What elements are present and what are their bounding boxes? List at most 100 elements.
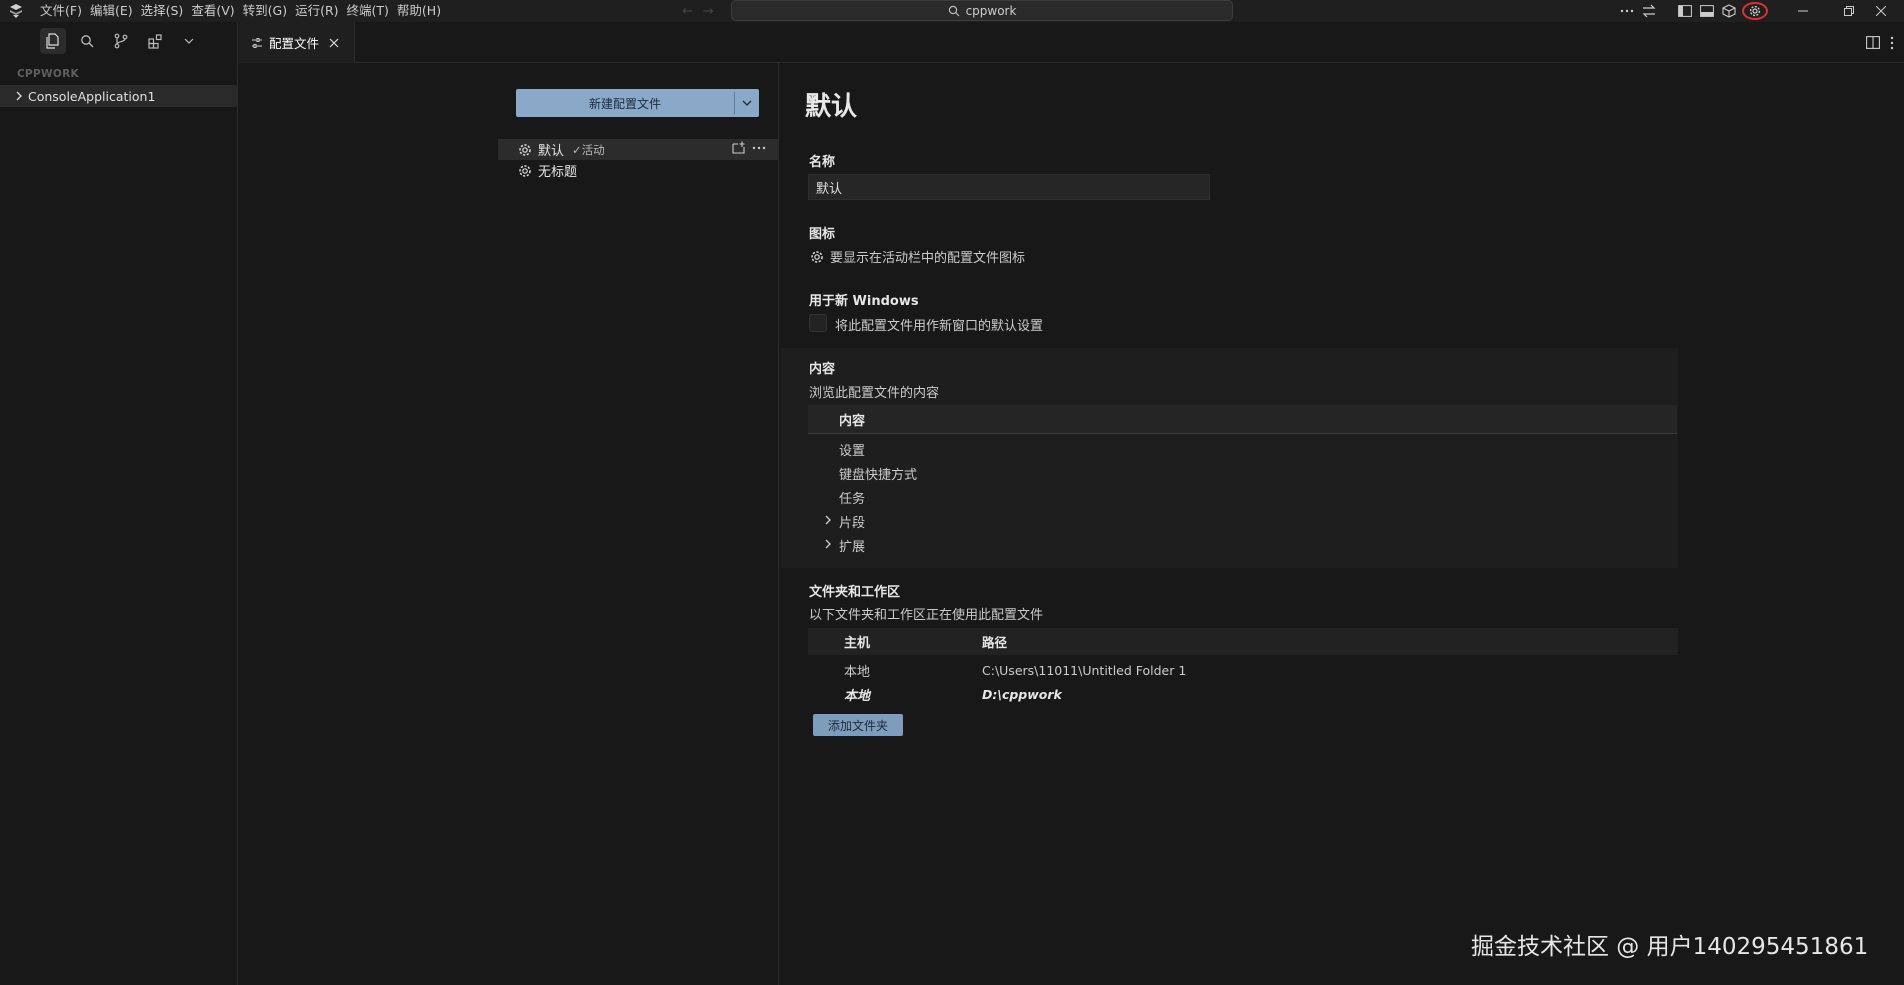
new-window-label: 用于新 Windows (809, 294, 919, 309)
new-window-checkbox[interactable] (809, 314, 827, 332)
new-profile-dropdown[interactable] (735, 89, 759, 117)
profile-name: 无标题 (538, 165, 578, 180)
menu-view[interactable]: 查看(V) (191, 0, 242, 22)
profile-name: 默认 (538, 144, 565, 159)
source-control-icon[interactable] (108, 28, 134, 54)
contents-item-settings[interactable]: 设置 (808, 437, 1677, 461)
extension-icon[interactable] (1718, 0, 1740, 22)
menu-terminal[interactable]: 终端(T) (347, 0, 397, 22)
add-folder-button[interactable]: 添加文件夹 (813, 714, 903, 736)
settings-sliders-icon (252, 37, 262, 48)
pane-divider[interactable] (778, 63, 779, 985)
icon-label: 图标 (809, 227, 836, 242)
new-profile-button[interactable]: 新建配置文件 (516, 89, 734, 117)
toggle-panel-icon[interactable] (1696, 0, 1718, 22)
menu-file[interactable]: 文件(F) (40, 0, 90, 22)
contents-item-extensions[interactable]: 扩展 (808, 533, 1677, 557)
menu-help[interactable]: 帮助(H) (397, 0, 449, 22)
gear-icon[interactable] (810, 250, 824, 264)
folder-row[interactable]: 本地 C:\Users\11011\Untitled Folder 1 (808, 658, 1678, 682)
sidebar: CPPWORK ConsoleApplication1 (0, 22, 238, 985)
minimize-icon[interactable] (1780, 0, 1826, 22)
highlight-ring (1742, 2, 1768, 20)
explorer-section-header[interactable]: CPPWORK (0, 64, 238, 84)
watermark-text: 掘金技术社区 @ 用户140295451861 (1471, 934, 1869, 960)
tab-label: 配置文件 (269, 36, 320, 51)
profile-item-untitled[interactable]: 无标题 (498, 160, 778, 181)
profile-active-badge: ✓活动 (572, 142, 605, 157)
icon-picker[interactable]: 要显示在活动栏中的配置文件图标 (810, 247, 1025, 266)
tree-item-console-app[interactable]: ConsoleApplication1 (0, 85, 237, 107)
search-icon (948, 5, 959, 16)
contents-item-snippets[interactable]: 片段 (808, 509, 1677, 533)
contents-description: 浏览此配置文件的内容 (809, 386, 940, 401)
folder-host: 本地 (844, 688, 871, 704)
menu-run[interactable]: 运行(R) (295, 0, 346, 22)
contents-item-keybindings[interactable]: 键盘快捷方式 (808, 461, 1677, 485)
chevron-down-icon (742, 100, 752, 106)
split-editor-icon[interactable] (1866, 36, 1880, 49)
menu-bar: 文件(F) 编辑(E) 选择(S) 查看(V) 转到(G) 运行(R) 终端(T… (40, 0, 449, 22)
contents-table-header: 内容 (808, 405, 1677, 434)
folder-host: 本地 (844, 664, 871, 680)
activity-bar (0, 22, 238, 60)
contents-item-label: 片段 (839, 515, 866, 531)
new-profile-button-group: 新建配置文件 (516, 89, 759, 117)
more-icon[interactable] (752, 146, 766, 150)
host-column-header: 主机 (844, 636, 871, 651)
nav-arrows: ← → (682, 0, 714, 22)
menu-edit[interactable]: 编辑(E) (90, 0, 141, 22)
contents-item-label: 设置 (839, 443, 866, 459)
app-logo-icon (10, 4, 22, 18)
tree-item-label: ConsoleApplication1 (28, 88, 156, 104)
profile-item-default[interactable]: 默认 ✓活动 (498, 139, 778, 160)
more-icon[interactable] (1616, 0, 1638, 22)
title-actions (1616, 0, 1770, 22)
gear-icon (1749, 5, 1761, 17)
command-center[interactable]: cppwork (731, 0, 1233, 21)
icon-description: 要显示在活动栏中的配置文件图标 (830, 251, 1026, 266)
contents-label: 内容 (809, 362, 836, 377)
gear-icon (519, 164, 531, 177)
more-actions-icon[interactable] (1890, 36, 1894, 50)
folders-label: 文件夹和工作区 (809, 585, 901, 600)
close-window-icon[interactable] (1858, 0, 1904, 22)
new-window-checkbox-label: 将此配置文件用作新窗口的默认设置 (835, 319, 1044, 334)
explorer-icon[interactable] (40, 28, 66, 54)
profile-title: 默认 (805, 92, 858, 122)
contents-item-label: 任务 (839, 491, 866, 507)
tab-profiles[interactable]: 配置文件 (239, 22, 355, 63)
toggle-sidebar-icon[interactable] (1674, 0, 1696, 22)
gear-icon (519, 143, 531, 156)
extensions-icon[interactable] (142, 28, 168, 54)
title-bar: 文件(F) 编辑(E) 选择(S) 查看(V) 转到(G) 运行(R) 终端(T… (0, 0, 1904, 22)
path-column-header: 路径 (982, 635, 1008, 650)
contents-column-header: 内容 (839, 413, 866, 429)
folder-path: D:\cppwork (982, 686, 1062, 702)
search-icon[interactable] (74, 28, 100, 54)
editor-tabs: 配置文件 (239, 22, 1904, 63)
accounts-gear-highlight[interactable] (1740, 0, 1770, 22)
name-label: 名称 (809, 155, 836, 170)
chevron-right-icon (16, 91, 22, 101)
sync-icon[interactable] (1638, 0, 1660, 22)
chevron-right-icon[interactable] (824, 539, 832, 549)
name-field[interactable]: 默认 (808, 174, 1210, 200)
editor-actions (1866, 22, 1894, 63)
contents-item-label: 键盘快捷方式 (839, 467, 918, 483)
contents-item-label: 扩展 (839, 539, 866, 555)
folders-description: 以下文件夹和工作区正在使用此配置文件 (809, 608, 1044, 623)
back-arrow-icon[interactable]: ← (682, 4, 693, 19)
folder-path: C:\Users\11011\Untitled Folder 1 (982, 662, 1187, 678)
menu-selection[interactable]: 选择(S) (141, 0, 192, 22)
contents-item-tasks[interactable]: 任务 (808, 485, 1677, 509)
command-center-label: cppwork (965, 3, 1017, 18)
forward-arrow-icon[interactable]: → (703, 4, 714, 19)
close-icon[interactable] (329, 38, 339, 48)
folder-row-current[interactable]: 本地 D:\cppwork (808, 682, 1678, 706)
chevron-right-icon[interactable] (824, 515, 832, 525)
menu-go[interactable]: 转到(G) (243, 0, 295, 22)
chevron-down-icon[interactable] (176, 28, 202, 54)
folders-table-header: 主机 路径 (808, 628, 1678, 655)
new-window-icon[interactable] (732, 141, 746, 154)
